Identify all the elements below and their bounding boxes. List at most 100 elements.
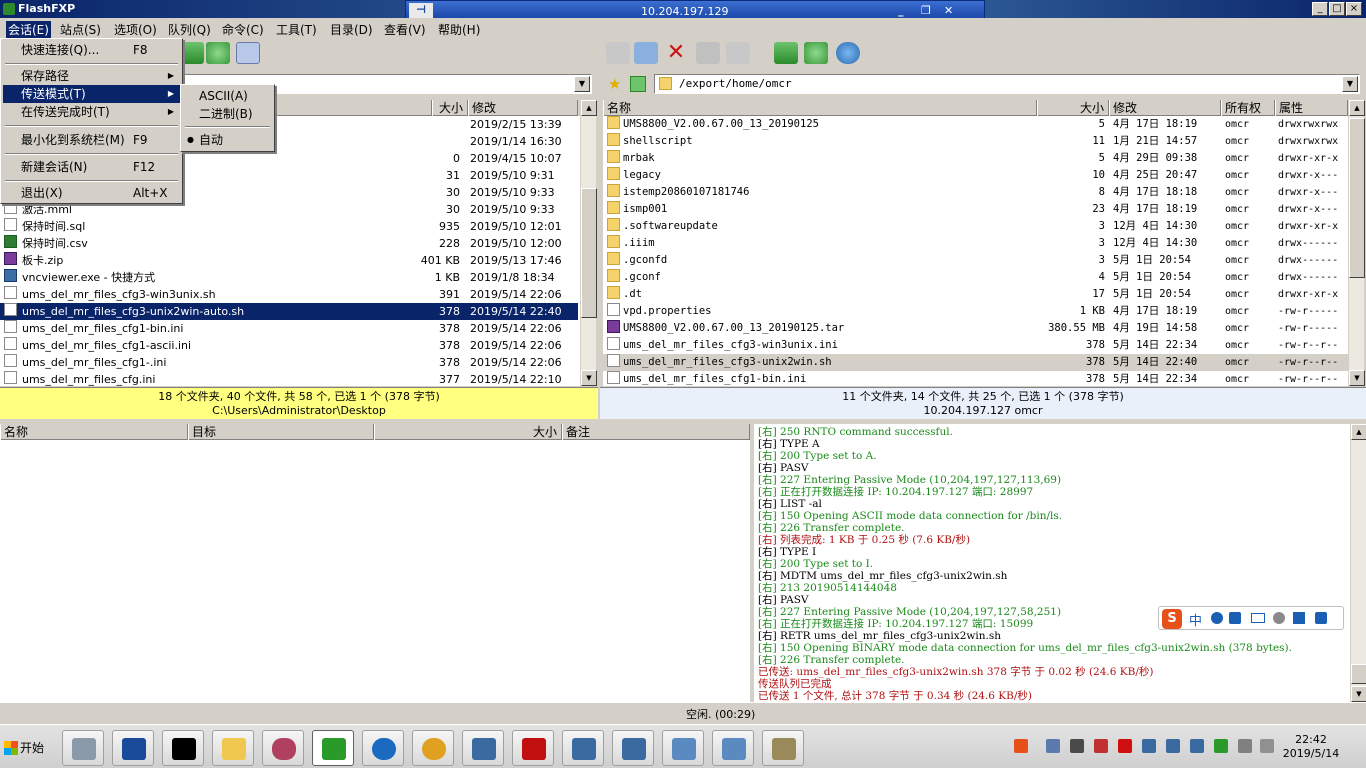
table-row[interactable]: ums_del_mr_files_cfg1-bin.ini 378 2019/5/1… bbox=[0, 320, 578, 337]
wrench-icon[interactable] bbox=[1315, 612, 1327, 624]
menu-on-transfer-complete[interactable]: 在传送完成时(T) ▶ bbox=[3, 103, 180, 121]
refresh-transfer-icon[interactable] bbox=[180, 42, 204, 64]
left-col-size[interactable]: 大小 bbox=[432, 100, 468, 116]
task-flashfxp[interactable] bbox=[312, 730, 354, 766]
right-col-attr[interactable]: 属性 bbox=[1275, 100, 1348, 116]
user-icon[interactable] bbox=[1273, 612, 1285, 624]
mode-binary[interactable]: 二进制(B) bbox=[183, 105, 272, 123]
table-row[interactable]: ums_del_mr_files_cfg3-win3unix.ini 378 5月 … bbox=[603, 337, 1348, 354]
tray-icon-2[interactable] bbox=[1070, 739, 1084, 753]
right-col-modified[interactable]: 修改 bbox=[1109, 100, 1221, 116]
mode-auto[interactable]: ● 自动 bbox=[183, 131, 272, 149]
start-button[interactable]: 开始 bbox=[2, 735, 52, 761]
menu-session[interactable]: 会话(E) bbox=[6, 21, 51, 38]
transfer-queue[interactable] bbox=[0, 440, 750, 702]
table-row[interactable]: .gconf 4 5月 1日 20:54 omcr drwx------ bbox=[603, 269, 1348, 286]
task-ultraedit[interactable] bbox=[412, 730, 454, 766]
task-server-manager[interactable] bbox=[62, 730, 104, 766]
globe-icon[interactable] bbox=[836, 42, 860, 64]
table-row[interactable]: ums_del_mr_files_cfg1-bin.ini 378 5月 14日 2… bbox=[603, 371, 1348, 386]
chevron-down-icon[interactable]: ▼ bbox=[1342, 76, 1358, 92]
menu-directory[interactable]: 目录(D) bbox=[330, 21, 373, 38]
menu-minimize-tray[interactable]: 最小化到系统栏(M) F9 bbox=[3, 131, 180, 149]
menu-transfer-mode[interactable]: 传送模式(T) ▶ bbox=[3, 85, 180, 103]
right-col-owner[interactable]: 所有权 bbox=[1221, 100, 1275, 116]
close-button[interactable]: × bbox=[1346, 2, 1362, 16]
table-row[interactable]: ums_del_mr_files_cfg1-ascii.ini 378 2019/5… bbox=[0, 337, 578, 354]
log-scrollbar[interactable]: ▲ ▼ bbox=[1350, 424, 1366, 702]
table-row[interactable]: istemp20860107181746 8 4月 17日 18:18 omcr drw… bbox=[603, 184, 1348, 201]
speaker-icon[interactable] bbox=[1260, 739, 1274, 753]
rdp-close-button[interactable]: ✕ bbox=[944, 4, 953, 17]
task-cmd[interactable] bbox=[162, 730, 204, 766]
table-row[interactable]: vncviewer.exe - 快捷方式 1 KB 2019/1/8 18:34 bbox=[0, 269, 578, 286]
skin-icon[interactable] bbox=[1293, 612, 1305, 624]
menu-save-path[interactable]: 保存路径 ▶ bbox=[3, 67, 180, 85]
tray-icon-4[interactable] bbox=[1118, 739, 1132, 753]
task-remote-1[interactable] bbox=[662, 730, 704, 766]
tray-icon-3[interactable] bbox=[1094, 739, 1108, 753]
keyboard-icon[interactable] bbox=[1251, 613, 1265, 623]
task-omc-1[interactable] bbox=[462, 730, 504, 766]
table-row[interactable]: vpd.properties 1 KB 4月 17日 18:19 omcr -rw-r-… bbox=[603, 303, 1348, 320]
task-powershell[interactable] bbox=[112, 730, 154, 766]
mode-ascii[interactable]: ASCII(A) bbox=[183, 87, 272, 105]
table-row[interactable]: .iiim 3 12月 4日 14:30 omcr drwx------ bbox=[603, 235, 1348, 252]
menu-options[interactable]: 选项(O) bbox=[114, 21, 157, 38]
chevron-down-icon[interactable]: ▼ bbox=[574, 76, 590, 92]
up-directory-icon[interactable] bbox=[630, 76, 646, 92]
tray-omc-icon-3[interactable] bbox=[1190, 739, 1204, 753]
flag-icon[interactable] bbox=[1238, 739, 1252, 753]
table-row[interactable]: ums_del_mr_files_cfg3-unix2win.sh 378 5月 1… bbox=[603, 354, 1348, 371]
connect-icon[interactable] bbox=[606, 42, 630, 64]
menu-help[interactable]: 帮助(H) bbox=[438, 21, 480, 38]
table-row[interactable]: ums_del_mr_files_cfg1-.ini 378 2019/5/14 2… bbox=[0, 354, 578, 371]
minimize-button[interactable]: _ bbox=[1312, 2, 1328, 16]
star-icon[interactable]: ★ bbox=[608, 76, 624, 92]
table-row[interactable]: .gconfd 3 5月 1日 20:54 omcr drwx------ bbox=[603, 252, 1348, 269]
clock[interactable]: 22:42 2019/5/14 bbox=[1276, 733, 1346, 761]
queue-col-target[interactable]: 目标 bbox=[188, 424, 374, 440]
punct-icon[interactable] bbox=[1229, 612, 1241, 624]
menu-new-session[interactable]: 新建会话(N) F12 bbox=[3, 158, 180, 176]
maximize-button[interactable]: □ bbox=[1329, 2, 1345, 16]
tray-omc-icon-1[interactable] bbox=[1142, 739, 1156, 753]
task-remote-2[interactable] bbox=[712, 730, 754, 766]
task-filezilla[interactable] bbox=[512, 730, 554, 766]
tray-icon-5[interactable] bbox=[1214, 739, 1228, 753]
menu-sites[interactable]: 站点(S) bbox=[60, 21, 101, 38]
table-row[interactable]: ums_del_mr_files_cfg.ini 377 2019/5/14 22:… bbox=[0, 371, 578, 386]
tray-omc-icon-2[interactable] bbox=[1166, 739, 1180, 753]
task-omc-3[interactable] bbox=[612, 730, 654, 766]
pin-icon[interactable]: ⊣ bbox=[409, 3, 433, 18]
compare-icon[interactable] bbox=[236, 42, 260, 64]
queue-col-name[interactable]: 名称 bbox=[0, 424, 188, 440]
queue-col-size[interactable]: 大小 bbox=[374, 424, 562, 440]
table-row[interactable]: 保持时间.csv 228 2019/5/10 12:00 bbox=[0, 235, 578, 252]
disconnect-icon[interactable] bbox=[634, 42, 658, 64]
table-row[interactable]: legacy 10 4月 25日 20:47 omcr drwxr-x--- bbox=[603, 167, 1348, 184]
pause-icon[interactable] bbox=[696, 42, 720, 64]
right-col-size[interactable]: 大小 bbox=[1037, 100, 1109, 116]
table-row[interactable]: UMS8800_V2.00.67.00_13_20190125 5 4月 17日 1… bbox=[603, 116, 1348, 133]
sogou-icon[interactable]: S bbox=[1162, 609, 1182, 629]
table-row[interactable]: .dt 17 5月 1日 20:54 omcr drwxr-xr-x bbox=[603, 286, 1348, 303]
right-path-input[interactable]: /export/home/omcr ▼ bbox=[654, 74, 1360, 94]
table-row[interactable]: mrbak 5 4月 29日 09:38 omcr drwxr-xr-x bbox=[603, 150, 1348, 167]
table-row[interactable]: 板卡.zip 401 KB 2019/5/13 17:46 bbox=[0, 252, 578, 269]
rdp-minimize-button[interactable]: _ bbox=[898, 4, 904, 17]
table-row[interactable]: shellscript 11 1月 21日 14:57 omcr drwxrwxrwx bbox=[603, 133, 1348, 150]
left-scrollbar[interactable]: ▲ ▼ bbox=[580, 100, 597, 386]
menu-view[interactable]: 查看(V) bbox=[384, 21, 426, 38]
table-row[interactable]: 保持时间.sql 935 2019/5/10 12:01 bbox=[0, 218, 578, 235]
task-explorer[interactable] bbox=[212, 730, 254, 766]
task-database[interactable] bbox=[262, 730, 304, 766]
menu-exit[interactable]: 退出(X) Alt+X bbox=[3, 184, 180, 202]
refresh-transfer-icon-right[interactable] bbox=[774, 42, 798, 64]
refresh-icon[interactable] bbox=[206, 42, 230, 64]
ime-toolbar[interactable]: S 中 bbox=[1158, 606, 1344, 630]
right-col-name[interactable]: 名称 bbox=[603, 100, 1037, 116]
tray-icon-1[interactable] bbox=[1046, 739, 1060, 753]
abort-icon[interactable]: ✕ bbox=[664, 42, 688, 64]
sogou-tray-icon[interactable] bbox=[1014, 739, 1028, 753]
